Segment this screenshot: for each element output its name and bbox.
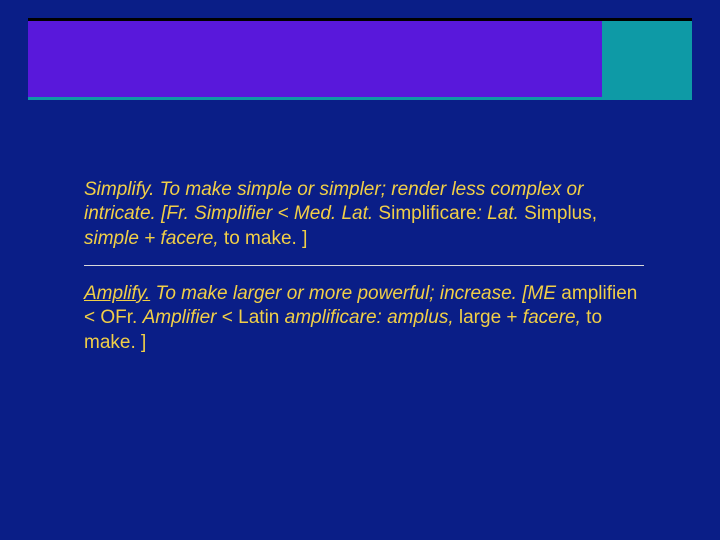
definition-amplify: Amplify. To make larger or more powerful…: [84, 282, 644, 355]
def-text: : Lat.: [477, 203, 519, 224]
def-text: to make. ]: [219, 228, 308, 249]
def-text: facere,: [523, 307, 581, 328]
def-text: < Latin: [222, 307, 285, 328]
term-amplify: Amplify.: [84, 283, 150, 304]
slide: Simplify. To make simple or simpler; ren…: [0, 0, 720, 540]
def-text: Amplifier: [143, 307, 222, 328]
definition-simplify: Simplify. To make simple or simpler; ren…: [84, 178, 644, 251]
def-text: amplificare: amplus,: [285, 307, 454, 328]
def-text: Simplus,: [519, 203, 597, 224]
def-text: Simplificare: [373, 203, 476, 224]
term-simplify: Simplify.: [84, 179, 154, 200]
title-accent-square: [602, 21, 692, 97]
divider-rule: [84, 265, 644, 266]
def-text: large +: [454, 307, 523, 328]
def-text: To make larger or more powerful; increas…: [150, 283, 556, 304]
content-area: Simplify. To make simple or simpler; ren…: [84, 178, 644, 355]
def-text: simple + facere,: [84, 228, 219, 249]
title-bar: [28, 18, 692, 100]
